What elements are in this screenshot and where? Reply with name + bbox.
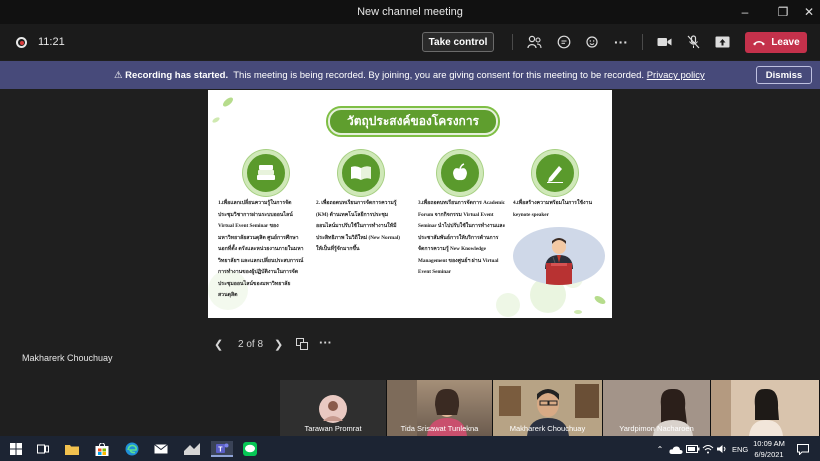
notifications-icon[interactable]: [795, 441, 811, 457]
slide-more-icon[interactable]: ···: [319, 335, 332, 350]
leave-button[interactable]: Leave: [745, 32, 807, 53]
objective-1-text: 1.เพื่อแลกเปลี่ยนความรู้ในการจัดประชุมวิ…: [218, 200, 304, 298]
participant-name: Makharerk Chouchuay: [509, 424, 586, 433]
participant-video-strip: Tarawan Promrat Tida Srisawat Tunlekna M…: [280, 380, 820, 436]
reactions-icon[interactable]: [583, 32, 603, 52]
previous-slide-icon[interactable]: ❮: [214, 338, 223, 351]
more-options-icon[interactable]: ···: [611, 32, 631, 52]
objective-3-text: 3.เพื่อถอดบทเรียนการจัดการ Academic Foru…: [418, 200, 506, 275]
presenter-name: Makharerk Chouchuay: [22, 353, 113, 363]
line-app-icon[interactable]: [242, 441, 258, 457]
windows-taskbar: T ⌃ ENG 10:09 AM 6/9/2021: [0, 436, 820, 461]
app-icon[interactable]: [184, 441, 200, 457]
avatar: [319, 395, 347, 423]
language-indicator[interactable]: ENG: [732, 445, 748, 454]
next-slide-icon[interactable]: ❯: [274, 338, 283, 351]
task-view-icon[interactable]: [35, 441, 51, 457]
banner-message: ⚠ Recording has started. This meeting is…: [114, 70, 705, 81]
open-book-icon: [338, 150, 384, 196]
recording-icon: [16, 37, 27, 48]
participant-tile[interactable]: [711, 380, 820, 436]
slide-thumbnails-icon[interactable]: [296, 338, 308, 353]
participant-name: Yardpimon Nacharoen: [619, 424, 694, 433]
mic-muted-icon[interactable]: [683, 32, 703, 52]
take-control-button[interactable]: Take control: [422, 32, 494, 52]
dismiss-button[interactable]: Dismiss: [756, 66, 812, 84]
objective-4-text: 4.เพื่อสร้างความพร้อมในการใช้งาน keynote…: [513, 200, 593, 218]
window-title: New channel meeting: [357, 6, 463, 18]
divider: [512, 34, 513, 50]
pencil-icon: [532, 150, 578, 196]
video-feed: [711, 380, 819, 436]
participant-tile[interactable]: Makharerk Chouchuay: [493, 380, 603, 436]
meeting-stage: วัตถุประสงค์ของโครงการ 1.เพื่อแลกเปลี่ยน…: [0, 89, 820, 379]
participant-name: Tarawan Promrat: [304, 424, 362, 433]
participant-tile[interactable]: Tarawan Promrat: [280, 380, 387, 436]
participants-icon[interactable]: [524, 32, 544, 52]
edge-icon[interactable]: [124, 441, 140, 457]
slide-page-indicator: 2 of 8: [238, 339, 264, 350]
share-screen-icon[interactable]: [712, 32, 732, 52]
leave-label: Leave: [771, 37, 800, 48]
show-hidden-icons-icon[interactable]: ⌃: [652, 441, 668, 457]
minimize-icon[interactable]: –: [730, 0, 760, 24]
phone-hangup-icon: [753, 41, 766, 46]
banner-text: This meeting is being recorded. By joini…: [233, 70, 645, 81]
svg-text:T: T: [218, 447, 223, 454]
clock[interactable]: 10:09 AM 6/9/2021: [752, 439, 786, 459]
objective-2-text: 2. เพื่อถอดบทเรียนการจัดการความรู้ (KM) …: [316, 200, 401, 252]
close-icon[interactable]: ✕: [794, 0, 820, 24]
slide-title: วัตถุประสงค์ของโครงการ: [328, 108, 498, 135]
onedrive-icon[interactable]: [668, 441, 684, 457]
title-bar: New channel meeting – ❐ ✕: [0, 0, 820, 24]
meeting-timer: 11:21: [38, 36, 65, 48]
store-icon[interactable]: [94, 441, 110, 457]
keynote-speaker-illustration: [513, 227, 605, 285]
camera-icon[interactable]: [654, 32, 674, 52]
clock-time: 10:09 AM: [753, 439, 785, 448]
call-controls-bar: 11:21 Take control ··· Leave: [0, 24, 820, 60]
divider: [642, 34, 643, 50]
apple-icon: [437, 150, 483, 196]
participant-name: Tida Srisawat Tunlekna: [400, 424, 479, 433]
book-stack-icon: [243, 150, 289, 196]
participant-tile[interactable]: Yardpimon Nacharoen: [603, 380, 711, 436]
file-explorer-icon[interactable]: [64, 441, 80, 457]
participant-tile[interactable]: Tida Srisawat Tunlekna: [387, 380, 493, 436]
privacy-policy-link[interactable]: Privacy policy: [647, 70, 705, 81]
volume-icon[interactable]: [714, 441, 730, 457]
mail-icon[interactable]: [153, 441, 169, 457]
battery-icon[interactable]: [685, 441, 701, 457]
recording-banner: ⚠ Recording has started. This meeting is…: [0, 61, 820, 89]
banner-bold-text: Recording has started.: [125, 70, 229, 81]
windows-start-icon[interactable]: [8, 441, 24, 457]
chat-icon[interactable]: [554, 32, 574, 52]
clock-date: 6/9/2021: [754, 450, 784, 459]
warning-icon: ⚠: [114, 70, 123, 81]
shared-slide: วัตถุประสงค์ของโครงการ 1.เพื่อแลกเปลี่ยน…: [208, 90, 612, 318]
teams-icon[interactable]: T: [211, 441, 233, 457]
